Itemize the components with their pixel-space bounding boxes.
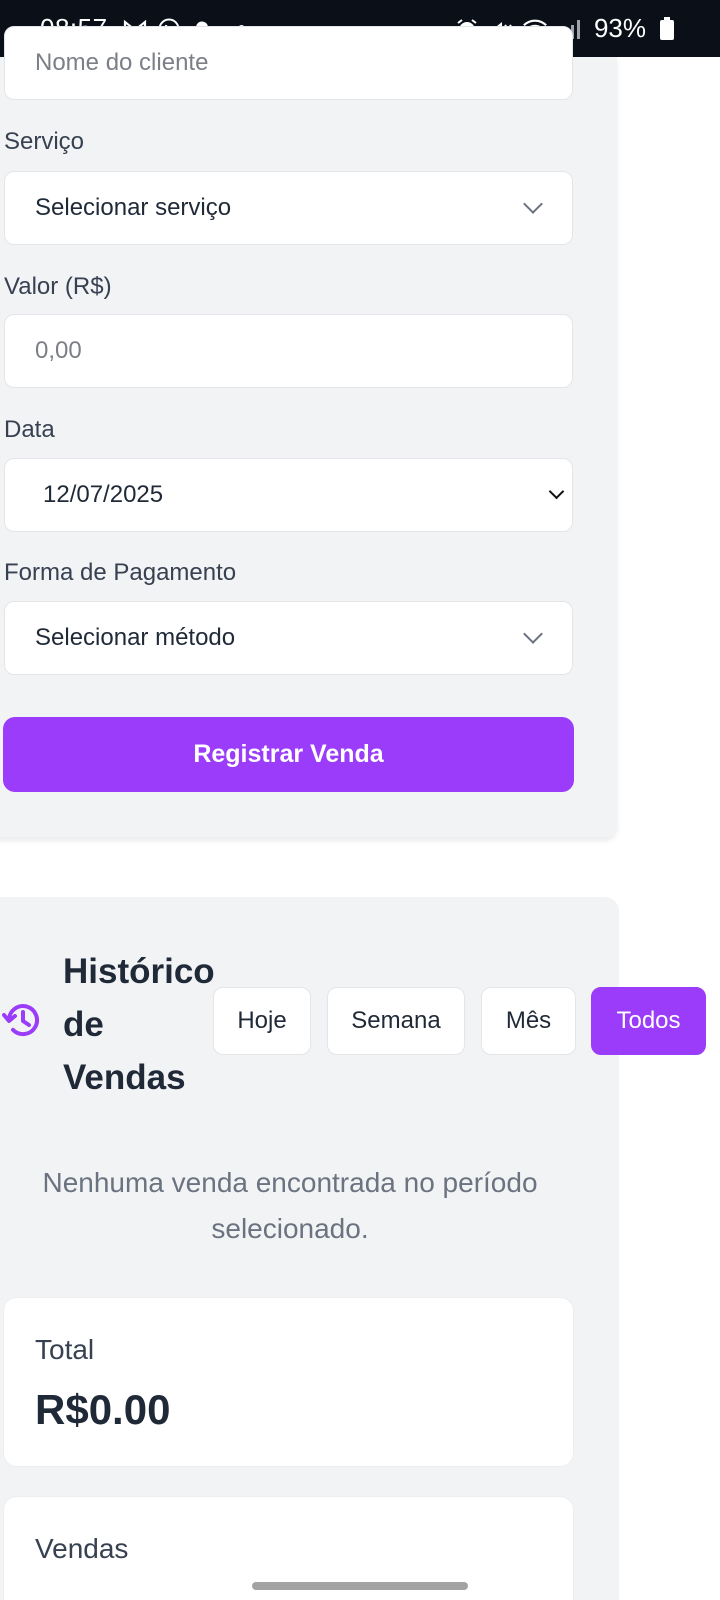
chevron-down-icon (523, 194, 543, 214)
date-input[interactable]: 12/07/2025 (4, 458, 573, 532)
total-label: Total (35, 1334, 95, 1365)
value-label: Valor (R$) (4, 273, 112, 300)
client-name-placeholder: Nome do cliente (35, 49, 209, 76)
tab-all[interactable]: Todos (591, 987, 706, 1055)
history-icon (2, 1000, 42, 1040)
date-label: Data (4, 416, 55, 443)
battery-icon (654, 16, 680, 42)
history-title-line: Histórico (63, 952, 215, 991)
value-placeholder: 0,00 (35, 337, 82, 364)
date-value: 12/07/2025 (43, 481, 164, 508)
chevron-down-icon (523, 624, 543, 644)
chevron-down-icon (548, 483, 565, 500)
payment-select[interactable]: Selecionar método (4, 601, 573, 675)
history-title: Histórico de Vendas (63, 945, 223, 1104)
empty-history-message: Nenhuma venda encontrada no período sele… (42, 1167, 538, 1244)
total-card: Total R$0.00 (3, 1297, 574, 1467)
history-title-line: de (63, 1005, 104, 1044)
service-label: Serviço (4, 128, 85, 155)
home-indicator[interactable] (252, 1582, 468, 1590)
client-name-input[interactable]: Nome do cliente (4, 26, 573, 100)
tab-week[interactable]: Semana (327, 987, 465, 1055)
register-sale-button[interactable]: Registrar Venda (3, 717, 574, 792)
tab-month[interactable]: Mês (481, 987, 576, 1055)
service-select-value: Selecionar serviço (35, 194, 232, 221)
total-value: R$0.00 (35, 1386, 171, 1433)
payment-select-value: Selecionar método (35, 624, 236, 651)
tab-today[interactable]: Hoje (213, 987, 311, 1055)
service-select[interactable]: Selecionar serviço (4, 171, 573, 245)
payment-label: Forma de Pagamento (4, 559, 237, 586)
history-title-line: Vendas (63, 1058, 186, 1097)
value-input[interactable]: 0,00 (4, 314, 573, 388)
battery-level: 93% (593, 13, 646, 43)
sales-label: Vendas (35, 1533, 129, 1564)
